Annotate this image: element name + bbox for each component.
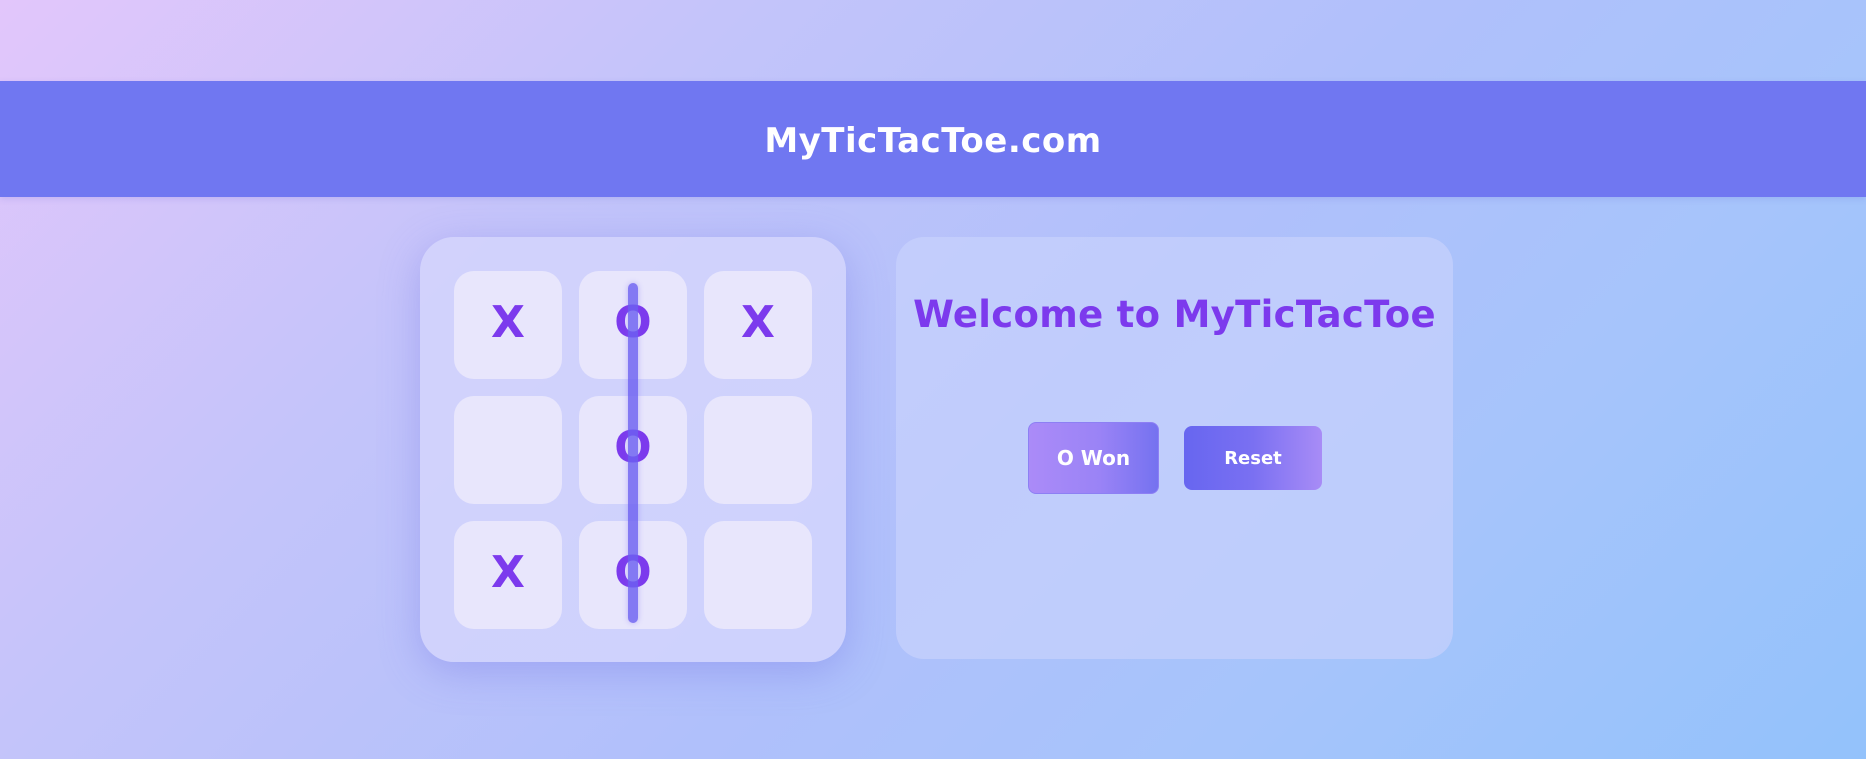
winning-line <box>628 283 638 623</box>
site-header: MyTicTacToe.com <box>0 81 1866 197</box>
board-cell-3[interactable]: X <box>704 271 812 379</box>
game-board: X O X O X O <box>420 237 846 662</box>
board-cell-6[interactable] <box>704 396 812 504</box>
site-title: MyTicTacToe.com <box>764 121 1102 161</box>
cell-mark: X <box>491 297 525 348</box>
cell-mark: X <box>741 297 775 348</box>
board-cell-4[interactable] <box>454 396 562 504</box>
board-cell-7[interactable]: X <box>454 521 562 629</box>
board-cell-9[interactable] <box>704 521 812 629</box>
board-cell-1[interactable]: X <box>454 271 562 379</box>
info-panel: Welcome to MyTicTacToe O Won Reset <box>896 237 1453 659</box>
reset-button[interactable]: Reset <box>1184 426 1322 490</box>
cell-mark: X <box>491 547 525 598</box>
game-status-button[interactable]: O Won <box>1028 422 1159 494</box>
welcome-heading: Welcome to MyTicTacToe <box>913 293 1436 336</box>
